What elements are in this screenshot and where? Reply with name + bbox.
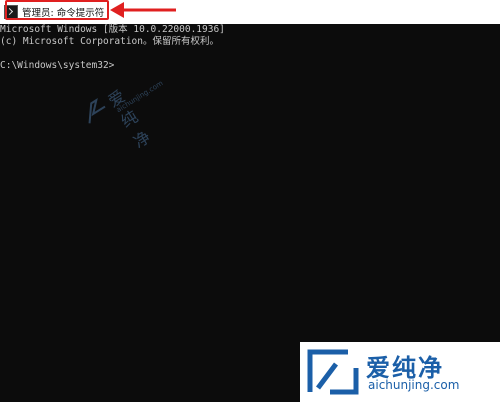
title-highlight-box (5, 0, 109, 20)
brand-watermark: 爱纯净 aichunjing.com (300, 342, 500, 402)
brand-url: aichunjing.com (368, 378, 460, 392)
console-line-version: Microsoft Windows [版本 10.0.22000.1936] (0, 24, 225, 35)
annotation-arrow-icon (110, 2, 176, 18)
console-line-copyright: (c) Microsoft Corporation。保留所有权利。 (0, 36, 219, 47)
console-prompt[interactable]: C:\Windows\system32> (0, 60, 500, 72)
brand-logo-icon (307, 349, 359, 395)
